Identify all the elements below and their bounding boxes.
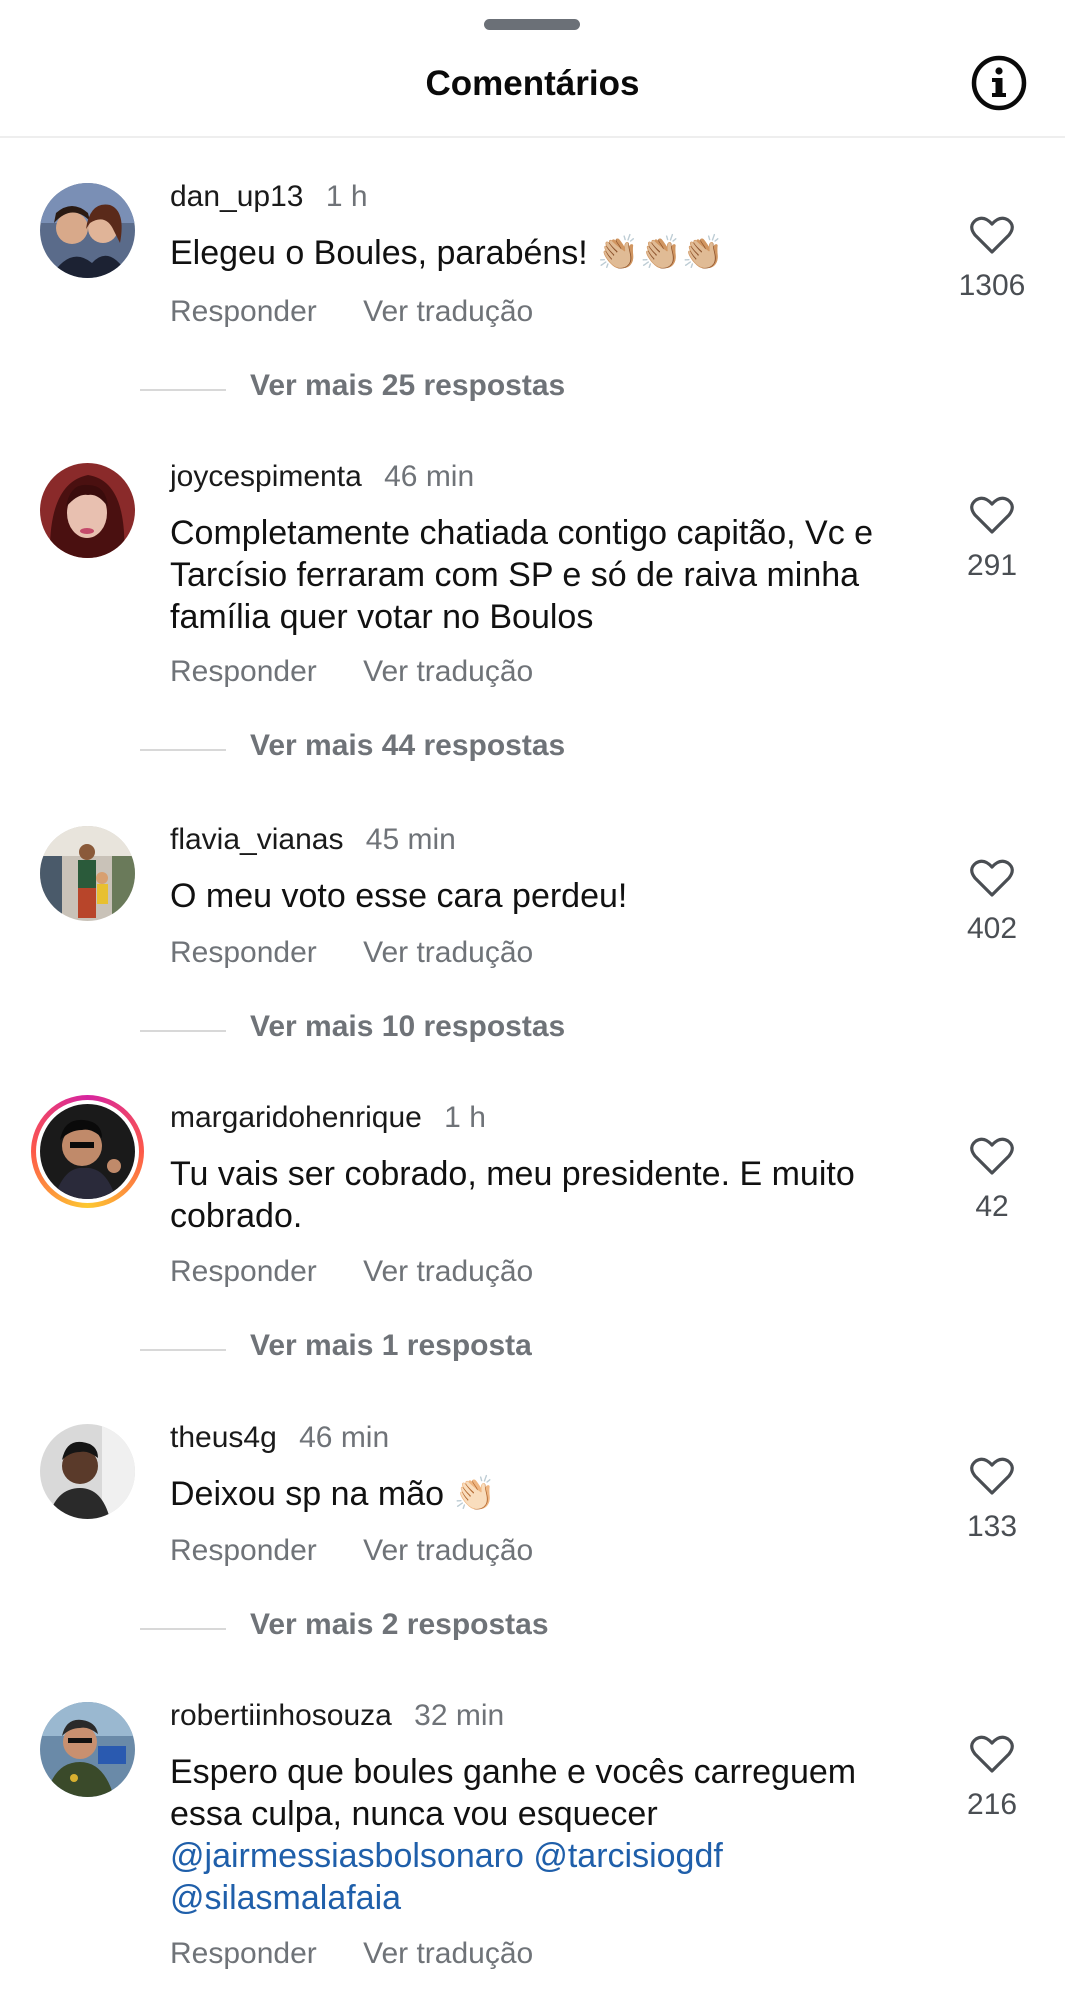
- mention-link[interactable]: @silasmalafaia: [170, 1879, 401, 1917]
- comment-username[interactable]: dan_up13: [170, 180, 303, 213]
- heart-icon[interactable]: [970, 495, 1014, 535]
- translate-button[interactable]: Ver tradução: [363, 655, 533, 688]
- view-replies-label[interactable]: Ver mais 2 respostas: [250, 1608, 549, 1642]
- comments-sheet: Comentários dan_up13 1 h Elegeu o Boules…: [0, 0, 1065, 2000]
- reply-button[interactable]: Responder: [170, 295, 317, 328]
- comment-username[interactable]: flavia_vianas: [170, 823, 343, 856]
- avatar[interactable]: [40, 1424, 135, 1519]
- like-count: 216: [966, 1788, 1018, 1821]
- translate-button[interactable]: Ver tradução: [363, 1255, 533, 1288]
- comment-username[interactable]: margaridohenrique: [170, 1101, 422, 1134]
- comment-text: O meu voto esse cara perdeu!: [170, 877, 628, 915]
- view-replies-label[interactable]: Ver mais 10 respostas: [250, 1010, 565, 1044]
- reply-button[interactable]: Responder: [170, 655, 317, 688]
- reply-button[interactable]: Responder: [170, 1255, 317, 1288]
- comment-header: flavia_vianas 45 min: [170, 823, 456, 857]
- comment-time: 45 min: [365, 823, 456, 856]
- like-block: 1306: [950, 215, 1034, 303]
- translate-button[interactable]: Ver tradução: [363, 936, 533, 969]
- like-count: 291: [966, 549, 1018, 582]
- comment-actions: Responder Ver tradução: [170, 1534, 571, 1568]
- avatar[interactable]: [40, 1702, 135, 1797]
- comment-username[interactable]: theus4g: [170, 1421, 277, 1454]
- view-replies-label[interactable]: Ver mais 25 respostas: [250, 369, 565, 403]
- comment-time: 1 h: [325, 180, 368, 213]
- like-count: 42: [975, 1190, 1009, 1223]
- page-title: Comentários: [425, 64, 640, 103]
- comment-time: 46 min: [299, 1421, 390, 1454]
- replies-divider: [140, 1349, 226, 1351]
- comment-actions: Responder Ver tradução: [170, 1255, 571, 1289]
- mention-link[interactable]: @jairmessiasbolsonaro: [170, 1837, 524, 1875]
- like-count: 1306: [958, 269, 1026, 302]
- heart-icon[interactable]: [970, 1136, 1014, 1176]
- like-count: 133: [966, 1510, 1018, 1543]
- comment-actions: Responder Ver tradução: [170, 1937, 571, 1971]
- translate-button[interactable]: Ver tradução: [363, 295, 533, 328]
- like-count: 402: [966, 912, 1018, 945]
- replies-divider: [140, 749, 226, 751]
- heart-icon[interactable]: [970, 858, 1014, 898]
- comment-header: margaridohenrique 1 h: [170, 1101, 486, 1135]
- mention-link[interactable]: @tarcisiogdf: [533, 1837, 722, 1875]
- heart-icon[interactable]: [970, 215, 1014, 255]
- comment-text: Elegeu o Boules, parabéns! 👏🏼👏🏼👏🏼: [170, 234, 725, 272]
- replies-divider: [140, 1030, 226, 1032]
- avatar[interactable]: [40, 183, 135, 278]
- like-block: 216: [950, 1734, 1034, 1822]
- comment-time: 46 min: [384, 460, 475, 493]
- comment-username[interactable]: robertiinhosouza: [170, 1699, 392, 1732]
- avatar[interactable]: [40, 826, 135, 921]
- comment-header: joycespimenta 46 min: [170, 460, 474, 494]
- avatar[interactable]: [40, 463, 135, 558]
- comment-body: Espero que boules ganhe e vocês carregue…: [170, 1753, 857, 1833]
- avatar[interactable]: [40, 1104, 135, 1199]
- drag-handle[interactable]: [484, 19, 580, 30]
- comment-actions: Responder Ver tradução: [170, 936, 571, 970]
- replies-divider: [140, 1628, 226, 1630]
- view-replies-label[interactable]: Ver mais 44 respostas: [250, 729, 565, 763]
- reply-button[interactable]: Responder: [170, 1937, 317, 1970]
- comment-header: theus4g 46 min: [170, 1421, 389, 1455]
- like-block: 42: [950, 1136, 1034, 1224]
- replies-divider: [140, 389, 226, 391]
- comment-actions: Responder Ver tradução: [170, 655, 571, 689]
- comment-username[interactable]: joycespimenta: [170, 460, 362, 493]
- comment-text: Completamente chatiada contigo capitão, …: [170, 514, 874, 636]
- comment-time: 32 min: [414, 1699, 505, 1732]
- reply-button[interactable]: Responder: [170, 936, 317, 969]
- reply-button[interactable]: Responder: [170, 1534, 317, 1567]
- comment-time: 1 h: [444, 1101, 486, 1134]
- comment-text: Deixou sp na mão 👏🏻: [170, 1475, 496, 1513]
- like-block: 291: [950, 495, 1034, 583]
- comment-text: Tu vais ser cobrado, meu presidente. E m…: [170, 1155, 855, 1235]
- comment-text: Espero que boules ganhe e vocês carregue…: [170, 1751, 910, 1919]
- comment-header: dan_up13 1 h: [170, 180, 368, 214]
- translate-button[interactable]: Ver tradução: [363, 1534, 533, 1567]
- heart-icon[interactable]: [970, 1734, 1014, 1774]
- translate-button[interactable]: Ver tradução: [363, 1937, 533, 1970]
- comment-header: robertiinhosouza 32 min: [170, 1699, 504, 1733]
- info-icon[interactable]: [970, 54, 1028, 112]
- comments-header: Comentários: [0, 40, 1065, 138]
- comment-actions: Responder Ver tradução: [170, 295, 571, 329]
- view-replies-label[interactable]: Ver mais 1 resposta: [250, 1329, 532, 1363]
- heart-icon[interactable]: [970, 1456, 1014, 1496]
- like-block: 402: [950, 858, 1034, 946]
- like-block: 133: [950, 1456, 1034, 1544]
